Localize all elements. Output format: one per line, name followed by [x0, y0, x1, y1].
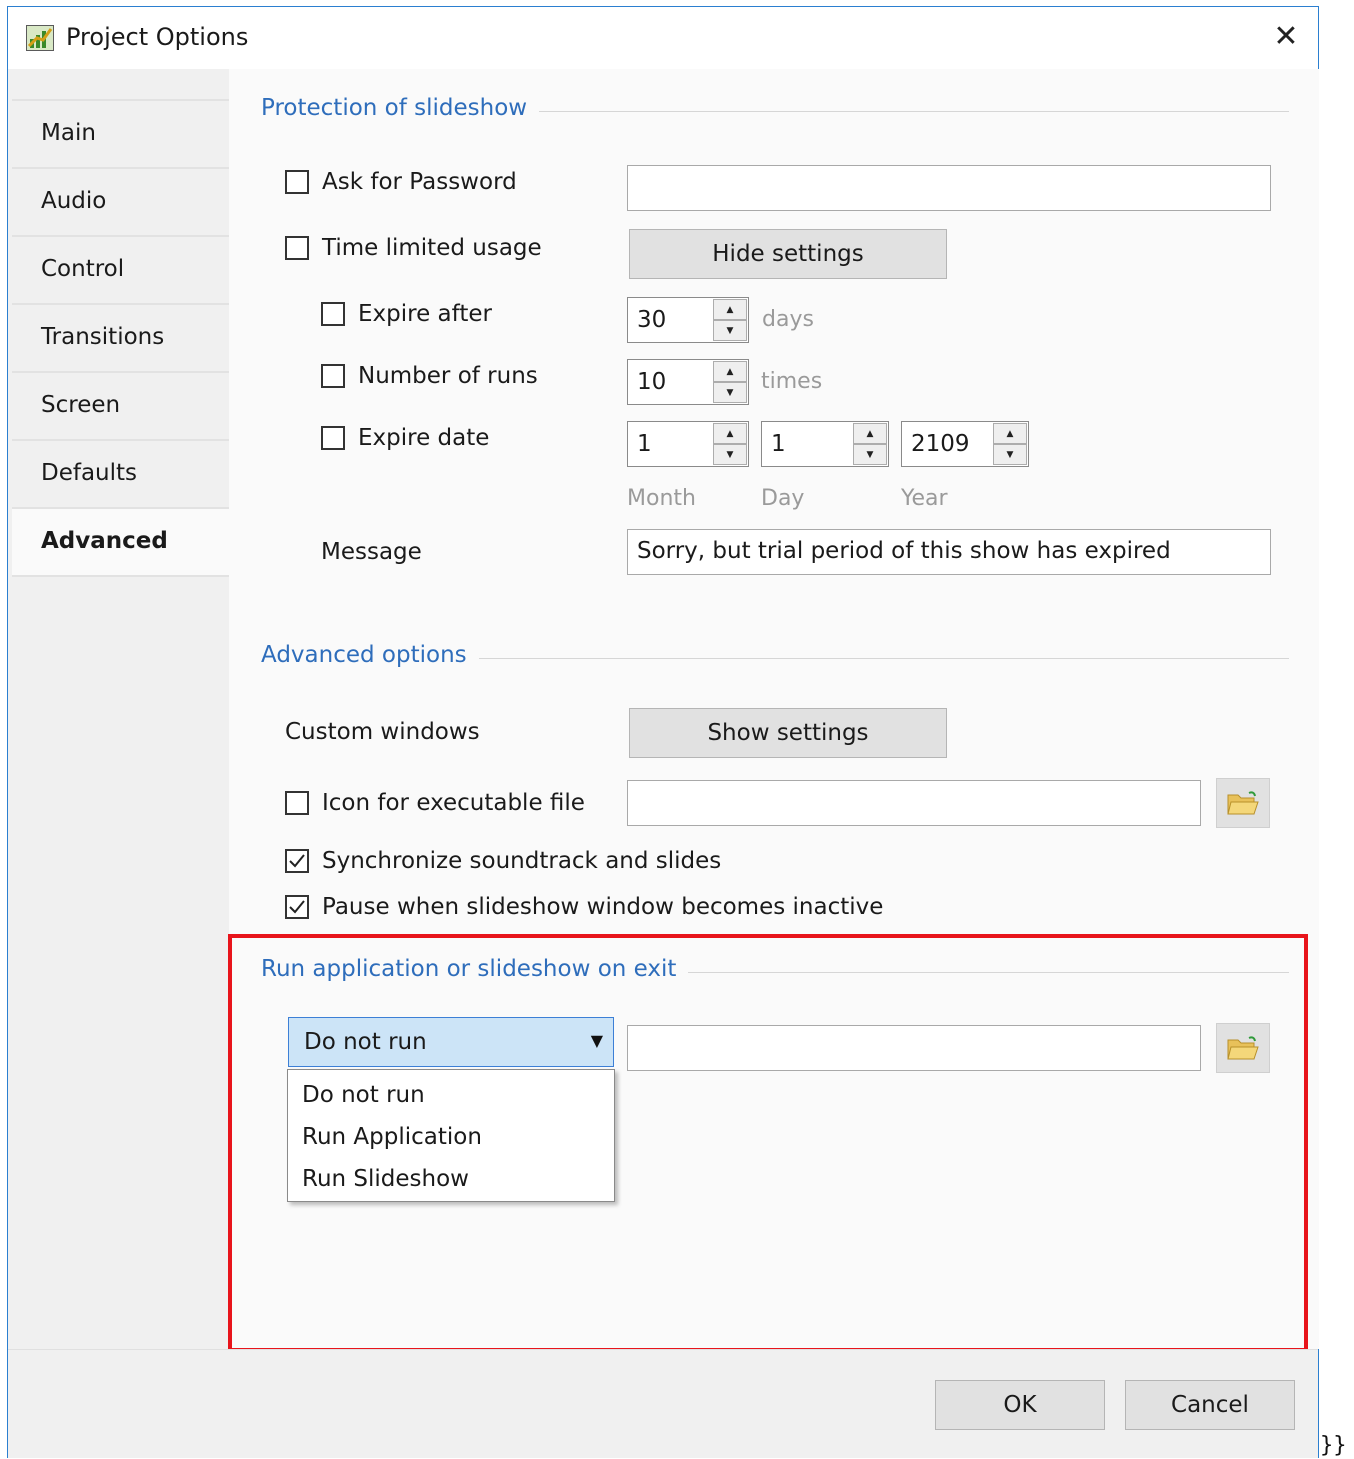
- sync-label: Synchronize soundtrack and slides: [322, 848, 722, 874]
- month-caption: Month: [627, 486, 696, 511]
- day-value: 1: [771, 431, 786, 457]
- spin-down-icon[interactable]: ▼: [713, 320, 747, 341]
- custom-windows-label: Custom windows: [285, 719, 480, 745]
- time-limited-label: Time limited usage: [322, 235, 542, 261]
- ask-password-label: Ask for Password: [322, 169, 517, 195]
- show-settings-button[interactable]: Show settings: [629, 708, 947, 758]
- project-options-dialog: Project Options ✕ Main Audio Control Tra…: [7, 6, 1319, 1458]
- tab-control[interactable]: Control: [12, 235, 229, 303]
- expire-date-label: Expire date: [358, 425, 490, 451]
- hide-settings-button[interactable]: Hide settings: [629, 229, 947, 279]
- checkbox-box[interactable]: [285, 791, 309, 815]
- tab-defaults[interactable]: Defaults: [12, 439, 229, 507]
- day-spinner[interactable]: 1 ▲ ▼: [761, 421, 889, 467]
- protection-group-title: Protection of slideshow: [261, 95, 540, 121]
- run-on-exit-combobox[interactable]: Do not run ▼: [288, 1017, 614, 1067]
- expire-after-value: 30: [637, 307, 667, 333]
- window-title: Project Options: [66, 23, 249, 51]
- spin-up-icon[interactable]: ▲: [713, 299, 747, 320]
- day-caption: Day: [761, 486, 805, 511]
- option-run-application[interactable]: Run Application: [288, 1116, 614, 1158]
- checkbox-box[interactable]: [321, 302, 345, 326]
- spinner-arrows[interactable]: ▲ ▼: [853, 423, 887, 465]
- year-spinner[interactable]: 2109 ▲ ▼: [901, 421, 1029, 467]
- pause-checkbox[interactable]: Pause when slideshow window becomes inac…: [285, 894, 883, 920]
- spin-up-icon[interactable]: ▲: [713, 423, 747, 444]
- browse-icon-button[interactable]: [1216, 778, 1270, 828]
- spin-down-icon[interactable]: ▼: [713, 444, 747, 465]
- dropdown-arrow-icon[interactable]: ▼: [591, 1018, 603, 1064]
- days-unit: days: [762, 307, 814, 332]
- stray-text: }}: [1320, 1433, 1347, 1458]
- checkbox-box[interactable]: [285, 895, 309, 919]
- time-limited-checkbox[interactable]: Time limited usage: [285, 235, 542, 261]
- times-unit: times: [761, 369, 823, 394]
- ok-button[interactable]: OK: [935, 1380, 1105, 1430]
- spinner-arrows[interactable]: ▲ ▼: [993, 423, 1027, 465]
- icon-exe-label: Icon for executable file: [322, 790, 585, 816]
- title-bar: Project Options ✕: [8, 7, 1318, 69]
- checkmark-icon: [289, 854, 305, 868]
- message-label: Message: [321, 539, 422, 565]
- spin-down-icon[interactable]: ▼: [713, 382, 747, 403]
- spin-down-icon[interactable]: ▼: [993, 444, 1027, 465]
- option-run-slideshow[interactable]: Run Slideshow: [288, 1158, 614, 1200]
- sync-checkbox[interactable]: Synchronize soundtrack and slides: [285, 848, 721, 874]
- checkbox-box[interactable]: [321, 426, 345, 450]
- chart-icon: [26, 25, 54, 51]
- year-caption: Year: [901, 486, 948, 511]
- checkbox-box[interactable]: [285, 236, 309, 260]
- group-divider: [464, 658, 1289, 659]
- tab-screen[interactable]: Screen: [12, 371, 229, 439]
- spin-up-icon[interactable]: ▲: [713, 361, 747, 382]
- spin-up-icon[interactable]: ▲: [993, 423, 1027, 444]
- folder-icon: [1227, 791, 1259, 815]
- option-do-not-run[interactable]: Do not run: [288, 1074, 614, 1116]
- spinner-arrows[interactable]: ▲ ▼: [713, 361, 747, 403]
- run-on-exit-dropdown-list: Do not run Run Application Run Slideshow: [287, 1069, 615, 1202]
- number-of-runs-checkbox[interactable]: Number of runs: [321, 363, 538, 389]
- number-of-runs-spinner[interactable]: 10 ▲ ▼: [627, 359, 749, 405]
- month-value: 1: [637, 431, 652, 457]
- tab-transitions[interactable]: Transitions: [12, 303, 229, 371]
- number-of-runs-label: Number of runs: [358, 363, 538, 389]
- dialog-footer: OK Cancel: [8, 1350, 1318, 1458]
- advanced-group-title: Advanced options: [261, 642, 479, 668]
- expire-after-checkbox[interactable]: Expire after: [321, 301, 492, 327]
- checkmark-icon: [289, 900, 305, 914]
- sidebar: Main Audio Control Transitions Screen De…: [8, 69, 229, 1349]
- group-divider: [519, 111, 1289, 112]
- checkbox-box[interactable]: [285, 170, 309, 194]
- icon-path-input[interactable]: [627, 780, 1201, 826]
- spinner-arrows[interactable]: ▲ ▼: [713, 299, 747, 341]
- expire-after-spinner[interactable]: 30 ▲ ▼: [627, 297, 749, 343]
- password-input[interactable]: [627, 165, 1271, 211]
- checkbox-box[interactable]: [321, 364, 345, 388]
- ask-password-checkbox[interactable]: Ask for Password: [285, 169, 517, 195]
- expire-date-checkbox[interactable]: Expire date: [321, 425, 489, 451]
- spin-up-icon[interactable]: ▲: [853, 423, 887, 444]
- icon-exe-checkbox[interactable]: Icon for executable file: [285, 790, 585, 816]
- checkbox-box[interactable]: [285, 849, 309, 873]
- spinner-arrows[interactable]: ▲ ▼: [713, 423, 747, 465]
- year-value: 2109: [911, 431, 970, 457]
- close-button[interactable]: ✕: [1266, 17, 1306, 57]
- tab-advanced[interactable]: Advanced: [12, 507, 229, 577]
- expire-after-label: Expire after: [358, 301, 492, 327]
- number-of-runs-value: 10: [637, 369, 667, 395]
- tab-audio[interactable]: Audio: [12, 167, 229, 235]
- cancel-button[interactable]: Cancel: [1125, 1380, 1295, 1430]
- message-input[interactable]: Sorry, but trial period of this show has…: [627, 529, 1271, 575]
- tab-main[interactable]: Main: [12, 99, 229, 167]
- pause-label: Pause when slideshow window becomes inac…: [322, 894, 884, 920]
- month-spinner[interactable]: 1 ▲ ▼: [627, 421, 749, 467]
- spin-down-icon[interactable]: ▼: [853, 444, 887, 465]
- combobox-selected-value: Do not run: [304, 1029, 427, 1055]
